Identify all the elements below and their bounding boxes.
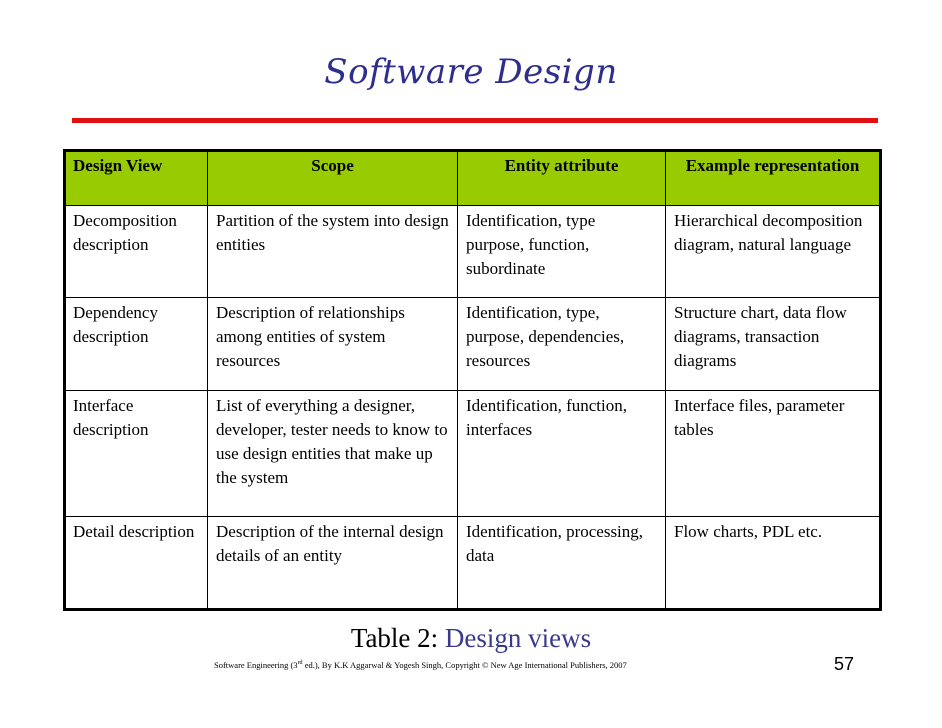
cell-design-view: Interface description — [64, 390, 208, 517]
cell-example: Interface files, parameter tables — [665, 390, 881, 517]
table-header-row: Design View Scope Entity attribute Examp… — [64, 150, 881, 206]
caption-prefix: Table 2: — [350, 623, 445, 653]
cell-design-view: Decomposition description — [64, 205, 208, 298]
header-design-view: Design View — [64, 150, 208, 206]
cell-scope: List of everything a designer, developer… — [207, 390, 458, 517]
cell-design-view: Detail description — [64, 516, 208, 610]
cell-scope: Description of the internal design detai… — [207, 516, 458, 610]
cell-scope: Description of relationships among entit… — [207, 297, 458, 391]
table-row: Detail description Description of the in… — [64, 516, 881, 610]
cell-design-view: Dependency description — [64, 297, 208, 391]
table-row: Dependency description Description of re… — [64, 297, 881, 391]
cell-scope: Partition of the system into design enti… — [207, 205, 458, 298]
cell-entity-attribute: Identification, type, purpose, dependenc… — [457, 297, 666, 391]
cell-entity-attribute: Identification, processing, data — [457, 516, 666, 610]
table-row: Decomposition description Partition of t… — [64, 205, 881, 298]
cell-entity-attribute: Identification, type purpose, function, … — [457, 205, 666, 298]
header-scope: Scope — [207, 150, 458, 206]
design-views-table: Design View Scope Entity attribute Examp… — [63, 149, 882, 611]
cell-entity-attribute: Identification, function, interfaces — [457, 390, 666, 517]
table-row: Interface description List of everything… — [64, 390, 881, 517]
cell-example: Flow charts, PDL etc. — [665, 516, 881, 610]
slide-title: Software Design — [324, 52, 618, 92]
citation-text-start: Software Engineering (3 — [214, 660, 298, 670]
page-number: 57 — [834, 654, 855, 674]
header-example-representation: Example representation — [665, 150, 881, 206]
footer-citation: Software Engineering (3rd ed.), By K.K A… — [214, 660, 627, 670]
caption-highlight: Design views — [444, 623, 592, 653]
citation-text-end: ed.), By K.K Aggarwal & Yogesh Singh, Co… — [302, 660, 627, 670]
table-caption: Table 2: Design views — [0, 623, 942, 654]
cell-example: Structure chart, data flow diagrams, tra… — [665, 297, 881, 391]
title-divider — [72, 118, 878, 123]
header-entity-attribute: Entity attribute — [457, 150, 666, 206]
cell-example: Hierarchical decomposition diagram, natu… — [665, 205, 881, 298]
